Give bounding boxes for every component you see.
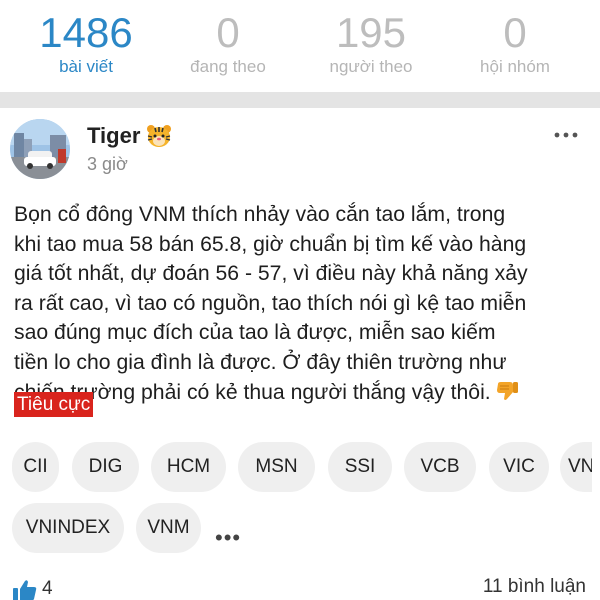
stat-following-count: 0 xyxy=(216,9,240,56)
post-footer: 4 11 bình luận xyxy=(0,572,600,600)
post-body-line: sao đúng mục đích của tao là được, miễn … xyxy=(14,321,496,345)
stat-followers[interactable]: 195 người theo xyxy=(296,8,446,78)
stat-following-label: đang theo xyxy=(190,57,266,76)
tag-chip[interactable]: HCM xyxy=(151,442,226,492)
stat-followers-label: người theo xyxy=(329,57,413,76)
stat-posts[interactable]: 1486 bài viết xyxy=(11,8,161,78)
author-name: Tiger xyxy=(87,123,141,148)
avatar[interactable] xyxy=(10,119,70,179)
section-divider xyxy=(0,92,600,108)
sentiment-badge: Tiêu cực xyxy=(14,392,94,417)
more-tags-button[interactable]: ••• xyxy=(215,525,241,551)
like-count: 4 xyxy=(42,578,53,599)
post-body-line: ra rất cao, vì tao có nguồn, tao thích n… xyxy=(14,291,527,315)
post-body-line: giá tốt nhất, dự đoán 56 - 57, vì điều n… xyxy=(14,262,528,286)
stat-groups-count: 0 xyxy=(503,9,527,56)
post-body-line: khi tao mua 58 bán 65.8, giờ chuẩn bị tì… xyxy=(14,232,527,256)
stat-posts-label: bài viết xyxy=(59,57,113,76)
post-body: Bọn cổ đông VNM thích nhảy vào cắn tao l… xyxy=(14,200,590,407)
stat-posts-count: 1486 xyxy=(39,9,133,56)
stat-followers-count: 195 xyxy=(335,9,407,56)
tag-chip[interactable]: VNINDEX xyxy=(12,503,124,553)
tag-chip[interactable]: VNM xyxy=(136,503,201,553)
post-author[interactable]: Tiger xyxy=(87,123,172,149)
post-body-line: tiền lo cho gia đình là được. Ở đây thiê… xyxy=(14,350,507,374)
tiger-face-icon xyxy=(146,124,172,148)
stat-groups[interactable]: 0 hội nhóm xyxy=(440,8,590,78)
more-horizontal-icon[interactable] xyxy=(554,128,578,139)
tag-chip[interactable]: MSN xyxy=(238,442,315,492)
thumbs-down-emoji-icon xyxy=(495,380,519,402)
stat-groups-label: hội nhóm xyxy=(480,57,550,76)
comments-link[interactable]: 11 bình luận xyxy=(483,576,586,598)
tag-chip[interactable]: VCB xyxy=(404,442,476,492)
post-body-last-line: chiến trường phải có kẻ thua người thắng… xyxy=(14,378,590,408)
tag-chip[interactable]: SSI xyxy=(328,442,392,492)
stat-following[interactable]: 0 đang theo xyxy=(153,8,303,78)
post-timestamp: 3 giờ xyxy=(87,154,128,174)
tag-chip[interactable]: VIC xyxy=(489,442,549,492)
tag-chip[interactable]: CII xyxy=(12,442,59,492)
tag-chip[interactable]: VND xyxy=(560,442,592,492)
profile-stats-bar: 1486 bài viết 0 đang theo 195 người theo… xyxy=(0,0,600,92)
thumbs-up-icon[interactable] xyxy=(12,578,38,600)
post-body-line: Bọn cổ đông VNM thích nhảy vào cắn tao l… xyxy=(14,203,506,226)
tag-chip[interactable]: DIG xyxy=(72,442,139,492)
